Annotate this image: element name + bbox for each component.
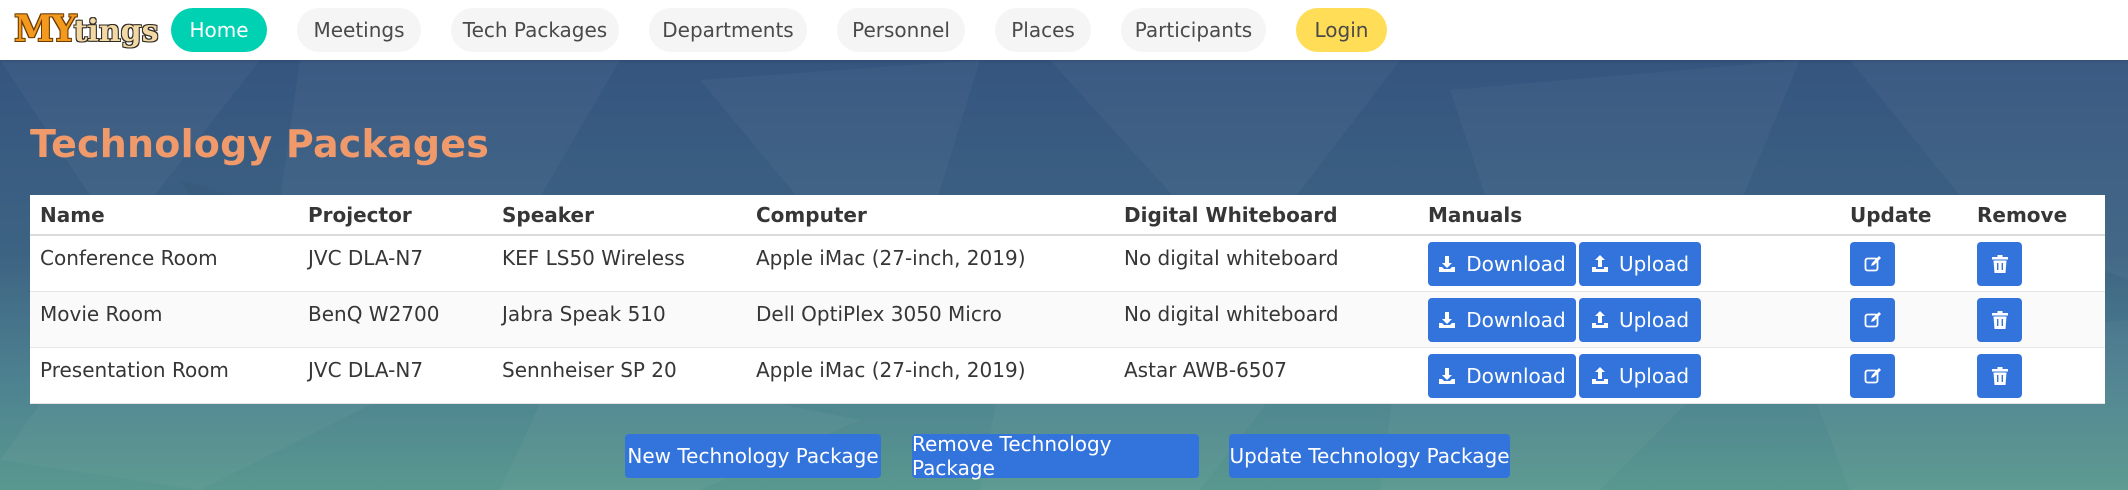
nav-meetings[interactable]: Meetings xyxy=(297,8,421,52)
upload-label: Upload xyxy=(1618,307,1690,332)
download-label: Download xyxy=(1466,307,1566,332)
upload-label: Upload xyxy=(1618,252,1690,276)
cell-update xyxy=(1840,347,1967,404)
column-header-computer: Computer xyxy=(746,195,1114,236)
nav-home[interactable]: Home xyxy=(171,8,267,52)
page-title: Technology Packages xyxy=(30,122,490,166)
nav-participants[interactable]: Participants xyxy=(1121,8,1266,52)
cell-manuals: Download Upload xyxy=(1418,235,1840,292)
download-button[interactable]: Download xyxy=(1428,242,1576,286)
remove-technology-package-button[interactable]: Remove Technology Package xyxy=(912,432,1199,480)
column-header-update: Update xyxy=(1840,195,1967,236)
upload-icon xyxy=(1591,366,1608,384)
download-icon xyxy=(1439,311,1456,328)
download-label: Download xyxy=(1466,252,1566,276)
cell-name: Conference Room xyxy=(30,235,298,292)
cell-remove xyxy=(1967,291,2105,348)
trash-icon xyxy=(1991,255,2008,273)
remove-button[interactable] xyxy=(1977,353,2022,398)
edit-icon xyxy=(1864,367,1881,383)
column-header-whiteboard: Digital Whiteboard xyxy=(1114,195,1418,236)
cell-speaker: KEF LS50 Wireless xyxy=(492,235,746,292)
cell-projector: JVC DLA-N7 xyxy=(298,235,492,292)
trash-icon xyxy=(1991,366,2008,385)
upload-button[interactable]: Upload xyxy=(1579,353,1701,398)
cell-name: Movie Room xyxy=(30,291,298,348)
column-header-manuals: Manuals xyxy=(1418,195,1840,236)
remove-button[interactable] xyxy=(1977,297,2022,342)
upload-button[interactable]: Upload xyxy=(1579,297,1701,342)
cell-whiteboard: No digital whiteboard xyxy=(1114,291,1418,348)
cell-projector: JVC DLA-N7 xyxy=(298,347,492,404)
edit-icon xyxy=(1864,256,1881,272)
nav-login[interactable]: Login xyxy=(1296,8,1387,52)
cell-update xyxy=(1840,235,1967,292)
cell-projector: BenQ W2700 xyxy=(298,291,492,348)
table-row: Movie Room BenQ W2700 Jabra Speak 510 De… xyxy=(30,291,2105,348)
action-buttons: New Technology Package Remove Technology… xyxy=(0,432,2128,480)
nav-places[interactable]: Places xyxy=(995,8,1091,52)
cell-speaker: Jabra Speak 510 xyxy=(492,291,746,348)
cell-speaker: Sennheiser SP 20 xyxy=(492,347,746,404)
column-header-name: Name xyxy=(30,195,298,236)
new-technology-package-button[interactable]: New Technology Package xyxy=(625,434,881,478)
cell-remove xyxy=(1967,235,2105,292)
tech-packages-table: Name Projector Speaker Computer Digital … xyxy=(30,195,2105,404)
logo-my: MY xyxy=(14,8,77,50)
app-logo[interactable]: MY tings xyxy=(14,8,159,50)
nav-tech-packages[interactable]: Tech Packages xyxy=(451,8,619,52)
hero-section: Technology Packages Name Projector Speak… xyxy=(0,60,2128,490)
column-header-remove: Remove xyxy=(1967,195,2105,236)
download-label: Download xyxy=(1466,363,1566,388)
cell-computer: Dell OptiPlex 3050 Micro xyxy=(746,291,1114,348)
edit-icon xyxy=(1864,311,1881,327)
cell-whiteboard: No digital whiteboard xyxy=(1114,235,1418,292)
upload-label: Upload xyxy=(1618,363,1690,388)
nav-personnel[interactable]: Personnel xyxy=(837,8,965,52)
update-button[interactable] xyxy=(1850,242,1895,286)
column-header-projector: Projector xyxy=(298,195,492,236)
logo-tings: tings xyxy=(73,14,159,49)
trash-icon xyxy=(1991,310,2008,329)
cell-whiteboard: Astar AWB-6507 xyxy=(1114,347,1418,404)
navbar: MY tings Home Meetings Tech Packages Depa… xyxy=(0,0,2128,60)
upload-icon xyxy=(1591,310,1608,328)
download-icon xyxy=(1439,367,1456,384)
remove-button[interactable] xyxy=(1977,242,2022,286)
update-button[interactable] xyxy=(1850,353,1895,398)
upload-button[interactable]: Upload xyxy=(1579,242,1701,286)
cell-computer: Apple iMac (27-inch, 2019) xyxy=(746,235,1114,292)
cell-remove xyxy=(1967,347,2105,404)
cell-name: Presentation Room xyxy=(30,347,298,404)
nav-departments[interactable]: Departments xyxy=(649,8,807,52)
table-row: Presentation Room JVC DLA-N7 Sennheiser … xyxy=(30,347,2105,404)
download-icon xyxy=(1439,256,1456,272)
cell-computer: Apple iMac (27-inch, 2019) xyxy=(746,347,1114,404)
download-button[interactable]: Download xyxy=(1428,297,1576,342)
download-button[interactable]: Download xyxy=(1428,353,1576,398)
update-button[interactable] xyxy=(1850,297,1895,342)
table-row: Conference Room JVC DLA-N7 KEF LS50 Wire… xyxy=(30,235,2105,292)
table-header-row: Name Projector Speaker Computer Digital … xyxy=(30,195,2105,236)
cell-update xyxy=(1840,291,1967,348)
cell-manuals: Download Upload xyxy=(1418,347,1840,404)
column-header-speaker: Speaker xyxy=(492,195,746,236)
update-technology-package-button[interactable]: Update Technology Package xyxy=(1229,434,1510,478)
upload-icon xyxy=(1591,255,1608,272)
cell-manuals: Download Upload xyxy=(1418,291,1840,348)
